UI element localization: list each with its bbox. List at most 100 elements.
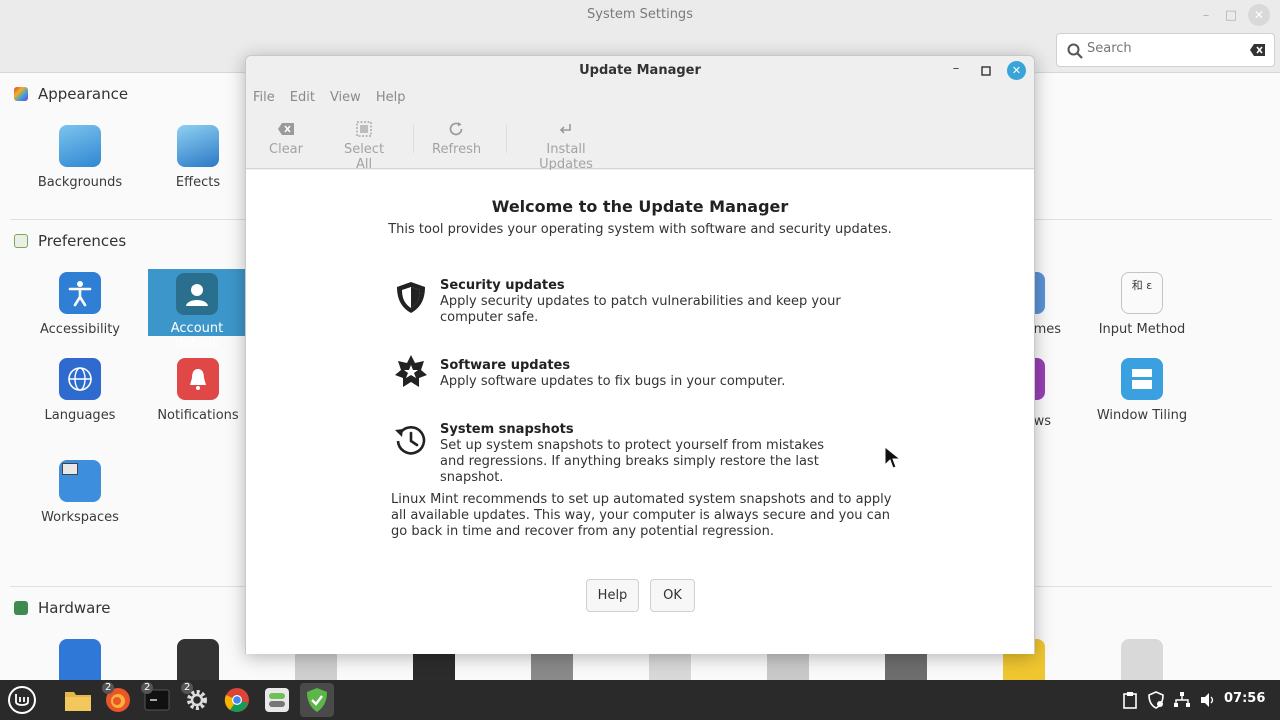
maximize-icon[interactable]: □ xyxy=(1220,4,1242,26)
close-icon[interactable]: ✕ xyxy=(1007,61,1026,80)
drivers-icon[interactable] xyxy=(531,650,573,680)
chrome-launcher[interactable] xyxy=(220,683,254,717)
tile-input-method[interactable]: 和 ε Input Method xyxy=(1082,272,1202,337)
feature-description: Apply security updates to patch vulnerab… xyxy=(440,294,841,325)
maximize-icon[interactable] xyxy=(978,63,994,79)
select-all-icon xyxy=(356,121,372,137)
close-icon[interactable]: ✕ xyxy=(1248,4,1270,26)
minimize-icon[interactable]: – xyxy=(1195,4,1217,26)
update-shield-icon[interactable] xyxy=(1147,691,1165,709)
tile-effects[interactable]: Effects xyxy=(138,125,258,190)
tile-label: Backgrounds xyxy=(37,175,123,190)
tile-label: Account details xyxy=(170,321,224,351)
update-manager-launcher[interactable] xyxy=(300,683,334,717)
accessibility-icon xyxy=(59,272,101,314)
clear-search-icon[interactable] xyxy=(1249,42,1267,58)
menubar: File Edit View Help xyxy=(253,90,420,105)
taskbar: 2 2 2 07:56 xyxy=(0,680,1280,720)
category-label: Hardware xyxy=(38,599,111,617)
menu-view[interactable]: View xyxy=(330,90,368,105)
folder-icon xyxy=(65,692,91,711)
install-icon xyxy=(559,124,571,134)
menu-edit[interactable]: Edit xyxy=(290,90,322,105)
globe-icon xyxy=(59,358,101,400)
mouse-cursor xyxy=(884,446,902,469)
search-input[interactable] xyxy=(1087,41,1237,56)
feature-description: Apply software updates to fix bugs in yo… xyxy=(440,374,786,389)
network-icon[interactable] xyxy=(885,650,927,680)
feature-description: Set up system snapshots to protect yours… xyxy=(440,438,825,485)
select-all-button[interactable]: Select All xyxy=(336,119,392,172)
tile-notifications[interactable]: Notifications xyxy=(138,358,258,423)
terminal-launcher[interactable]: 2 xyxy=(140,682,174,717)
network-icon[interactable] xyxy=(1173,691,1191,709)
tile-label: Workspaces xyxy=(41,510,119,525)
color-icon[interactable] xyxy=(177,639,219,680)
tile-account-details[interactable]: Account details xyxy=(148,269,246,351)
search-field[interactable] xyxy=(1056,33,1275,67)
shield-icon xyxy=(397,282,425,313)
preferences-icon xyxy=(14,234,28,248)
welcome-subtitle: This tool provides your operating system… xyxy=(388,222,892,237)
input-method-icon: 和 ε xyxy=(1121,272,1163,314)
clipboard-icon[interactable] xyxy=(1121,691,1139,709)
volume-icon[interactable] xyxy=(1199,691,1217,709)
toolbar: Clear Select All Refresh Install Updates xyxy=(246,119,1034,172)
bluetooth-icon[interactable] xyxy=(59,639,101,680)
toggles-launcher[interactable] xyxy=(260,683,294,717)
tile-label: Effects xyxy=(175,175,221,190)
clear-button[interactable]: Clear xyxy=(268,119,304,157)
effects-icon xyxy=(177,125,219,167)
mouse-icon[interactable] xyxy=(767,650,809,680)
feature-snapshots: System snapshots Set up system snapshots… xyxy=(392,422,892,485)
workspaces-icon xyxy=(59,460,101,502)
appearance-icon xyxy=(14,87,28,101)
tile-window-tiling[interactable]: Window Tiling xyxy=(1082,358,1202,423)
account-icon xyxy=(176,273,218,315)
keyboard-icon[interactable] xyxy=(649,650,691,680)
feature-title: Software updates xyxy=(440,358,571,373)
tile-label: Input Method xyxy=(1098,322,1186,337)
clock[interactable]: 07:56 xyxy=(1224,691,1265,706)
menu-button[interactable] xyxy=(5,683,39,717)
category-label: Preferences xyxy=(38,232,127,250)
settings-launcher[interactable]: 2 xyxy=(180,682,214,717)
firefox-launcher[interactable]: 2 xyxy=(101,682,135,717)
refresh-icon xyxy=(449,122,463,136)
update-manager-header: Update Manager – ✕ File Edit View Help C… xyxy=(246,56,1034,172)
history-icon xyxy=(395,426,426,455)
tile-languages[interactable]: Languages xyxy=(20,358,140,423)
welcome-title: Welcome to the Update Manager xyxy=(491,197,789,216)
ok-button[interactable]: OK xyxy=(650,579,695,612)
backgrounds-icon xyxy=(59,125,101,167)
select-all-label: Select All xyxy=(343,142,385,172)
category-appearance: Appearance xyxy=(14,85,128,103)
toolbar-separator xyxy=(413,125,414,153)
tile-accessibility[interactable]: Accessibility xyxy=(20,272,140,337)
help-button[interactable]: Help xyxy=(586,579,639,612)
tile-workspaces[interactable]: Workspaces xyxy=(20,460,140,525)
update-manager-window: Update Manager – ✕ File Edit View Help C… xyxy=(245,55,1035,654)
backspace-icon xyxy=(278,123,294,135)
toggles-icon xyxy=(265,688,289,712)
display-icon[interactable] xyxy=(413,650,455,680)
shield-icon xyxy=(307,688,327,712)
install-updates-button[interactable]: Install Updates xyxy=(520,119,612,172)
minimize-icon[interactable]: – xyxy=(946,61,966,81)
tile-label: Notifications xyxy=(157,408,239,423)
feature-software: Software updates Apply software updates … xyxy=(392,355,892,392)
window-tiling-icon xyxy=(1121,358,1163,400)
files-launcher[interactable] xyxy=(61,683,95,717)
mint-logo-icon xyxy=(8,686,36,714)
refresh-button[interactable]: Refresh xyxy=(432,119,481,157)
system-settings-title: System Settings xyxy=(587,7,693,22)
tile-label: Window Tiling xyxy=(1096,408,1188,423)
printer-icon[interactable] xyxy=(1121,639,1163,680)
menu-file[interactable]: File xyxy=(253,90,282,105)
recommendation-text: Linux Mint recommends to set up automate… xyxy=(391,492,892,539)
disks-icon[interactable] xyxy=(295,650,337,680)
feature-security: Security updates Apply security updates … xyxy=(392,278,892,325)
tile-backgrounds[interactable]: Backgrounds xyxy=(20,125,140,190)
menu-help[interactable]: Help xyxy=(376,90,413,105)
hardware-icon xyxy=(14,601,28,615)
